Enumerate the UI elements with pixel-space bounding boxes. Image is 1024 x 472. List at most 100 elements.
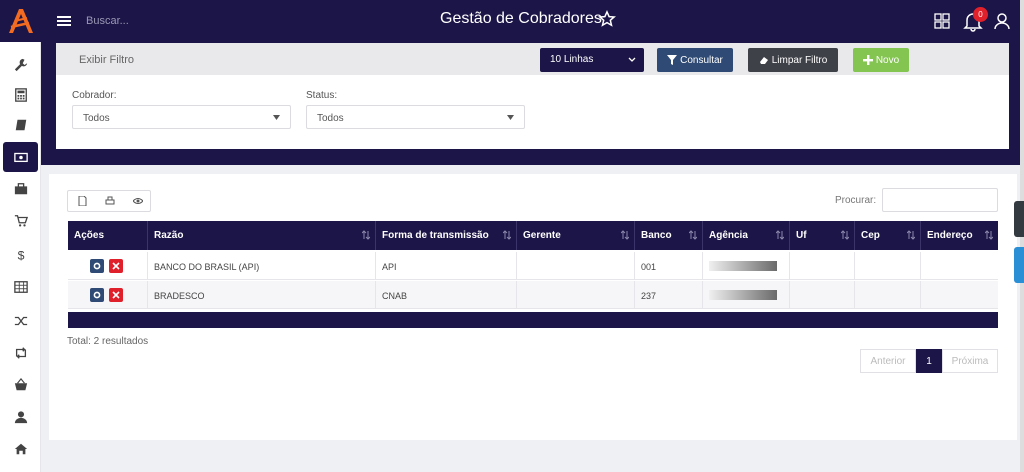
status-label: Status: — [306, 90, 338, 101]
money-icon — [13, 152, 28, 163]
endereco-cell — [921, 252, 998, 280]
sort-icon — [985, 230, 993, 240]
razao-cell: BRADESCO — [148, 281, 376, 309]
sidebar-item-tools[interactable] — [3, 50, 38, 80]
column-label: Agência — [709, 230, 748, 241]
limpar-filtro-button[interactable]: Limpar Filtro — [748, 48, 838, 72]
cart-icon — [14, 215, 28, 227]
uf-cell — [790, 281, 855, 309]
edit-button[interactable] — [90, 288, 104, 302]
user-icon — [14, 411, 27, 424]
sort-icon — [621, 230, 629, 240]
sidebar-item-shuffle[interactable] — [3, 306, 38, 336]
edit-button[interactable] — [90, 259, 104, 273]
eye-icon — [133, 198, 143, 204]
retweet-icon — [15, 347, 26, 359]
print-button[interactable] — [96, 191, 124, 211]
column-header-acoes: Ações — [68, 221, 148, 250]
sidebar-item-table[interactable] — [3, 272, 38, 302]
sidebar-item-calculator[interactable] — [3, 80, 38, 110]
novo-button[interactable]: Novo — [853, 48, 909, 72]
sort-icon — [689, 230, 697, 240]
filter-toggle[interactable]: Exibir Filtro — [79, 54, 134, 66]
sidebar-item-book[interactable] — [3, 110, 38, 140]
chevron-down-icon — [628, 57, 636, 62]
sidebar-item-retweet[interactable] — [3, 338, 38, 368]
shuffle-icon — [14, 316, 27, 326]
sidebar-item-finance[interactable]: $ — [3, 240, 38, 270]
results-card: Procurar: Ações Razão Forma de transmiss… — [49, 174, 1017, 440]
procurar-label: Procurar: — [835, 195, 877, 206]
table-header: Ações Razão Forma de transmissão Gerente… — [68, 221, 998, 250]
user-profile-icon[interactable] — [994, 12, 1010, 30]
svg-text:$: $ — [17, 248, 24, 262]
column-label: Forma de transmissão — [382, 230, 489, 241]
export-file-button[interactable] — [68, 191, 96, 211]
lines-per-page-select[interactable]: 10 Linhas — [540, 48, 644, 72]
caret-down-icon — [273, 115, 280, 120]
column-header-agencia[interactable]: Agência — [703, 221, 790, 250]
banco-cell: 237 — [635, 281, 703, 309]
razao-cell: BANCO DO BRASIL (API) — [148, 252, 376, 280]
column-header-forma-transmissao[interactable]: Forma de transmissão — [376, 221, 517, 250]
lines-select-value: 10 Linhas — [550, 54, 594, 65]
close-icon — [112, 291, 120, 299]
home-icon — [14, 443, 27, 455]
actions-cell — [68, 281, 148, 309]
gear-icon — [93, 291, 101, 299]
column-header-cep[interactable]: Cep — [855, 221, 921, 250]
search-input[interactable] — [80, 11, 280, 31]
menu-icon[interactable] — [56, 13, 72, 29]
pagination-page-button[interactable]: 1 — [916, 349, 942, 373]
status-select[interactable]: Todos — [306, 105, 525, 129]
calculator-icon — [14, 88, 27, 102]
apps-grid-icon[interactable] — [934, 13, 950, 29]
cobrador-select-value: Todos — [83, 113, 110, 124]
sidebar-item-collectors[interactable] — [3, 142, 38, 172]
sidebar-item-briefcase[interactable] — [3, 174, 38, 204]
page-title: Gestão de Cobradores — [440, 10, 602, 27]
top-bar: Gestão de Cobradores 0 — [0, 0, 1024, 42]
pagination-next-button[interactable]: Próxima — [942, 349, 998, 373]
pagination-prev-button[interactable]: Anterior — [860, 349, 916, 373]
consultar-button[interactable]: Consultar — [657, 48, 733, 72]
gerente-cell — [517, 252, 635, 280]
wrench-icon — [14, 58, 27, 72]
sidebar-item-basket[interactable] — [3, 370, 38, 400]
column-header-uf[interactable]: Uf — [790, 221, 855, 250]
status-select-value: Todos — [317, 113, 344, 124]
sidebar-item-cart[interactable] — [3, 206, 38, 236]
column-header-gerente[interactable]: Gerente — [517, 221, 635, 250]
gear-icon — [93, 262, 101, 270]
column-label: Gerente — [523, 230, 561, 241]
redacted-value — [709, 290, 777, 300]
delete-button[interactable] — [109, 259, 123, 273]
sort-icon — [362, 230, 370, 240]
column-label: Endereço — [927, 230, 973, 241]
procurar-input[interactable] — [882, 188, 998, 212]
app-logo[interactable] — [0, 0, 40, 42]
filter-header: Exibir Filtro 10 Linhas Consultar Limpar… — [56, 43, 1009, 75]
sidebar-item-home[interactable] — [3, 434, 38, 464]
view-columns-button[interactable] — [124, 191, 152, 211]
side-panel-tab[interactable] — [1014, 201, 1024, 237]
table-row: BANCO DO BRASIL (API) API 001 — [68, 252, 998, 280]
column-header-endereco[interactable]: Endereço — [921, 221, 998, 250]
star-icon[interactable] — [598, 10, 616, 28]
column-header-razao[interactable]: Razão — [148, 221, 376, 250]
sort-icon — [907, 230, 915, 240]
dollar-icon: $ — [17, 248, 24, 262]
delete-button[interactable] — [109, 288, 123, 302]
sidebar: $ — [0, 42, 41, 472]
cobrador-select[interactable]: Todos — [72, 105, 291, 129]
caret-down-icon — [507, 115, 514, 120]
side-panel-tab-blue[interactable] — [1014, 247, 1024, 283]
banco-cell: 001 — [635, 252, 703, 280]
sidebar-item-users[interactable] — [3, 402, 38, 432]
briefcase-icon — [14, 183, 27, 195]
column-header-banco[interactable]: Banco — [635, 221, 703, 250]
actions-cell — [68, 252, 148, 280]
consultar-label: Consultar — [680, 54, 723, 66]
file-icon — [78, 196, 87, 206]
plus-icon — [862, 55, 873, 65]
